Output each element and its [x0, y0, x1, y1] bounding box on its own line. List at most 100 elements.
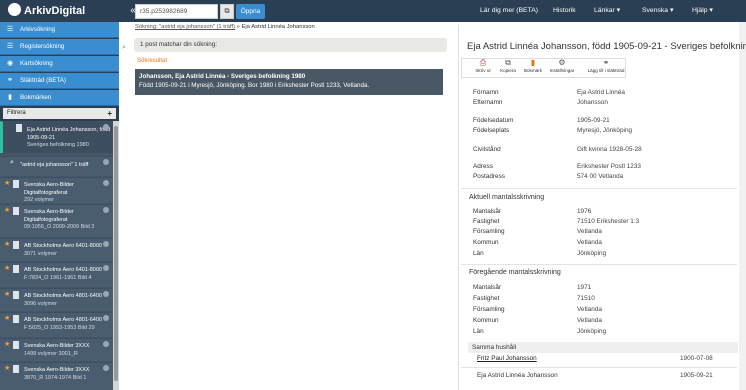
close-icon[interactable]: [103, 365, 109, 371]
close-icon[interactable]: [103, 159, 109, 165]
close-icon[interactable]: [103, 180, 109, 186]
nav-learn-more[interactable]: Lär dig mer (BETA): [480, 5, 538, 17]
field-label: Församling: [473, 228, 505, 235]
document-icon: [13, 207, 19, 215]
field-label: Församling: [473, 306, 505, 313]
sidebar-scrollbar-thumb[interactable]: [114, 126, 118, 381]
history-item[interactable]: ★ AB Stockholms Aero 6401-8000 3071 volyme…: [0, 238, 113, 261]
result-title: Johansson, Eja Astrid Linnéa - Sveriges …: [139, 73, 306, 80]
field-value: Vetlanda: [577, 228, 602, 235]
add-to-tree-button[interactable]: ⚭ Lägg till i släktträd: [586, 58, 626, 78]
field-value: Vetlanda: [577, 306, 602, 313]
sidebar-item-archive-search[interactable]: ☰ Arkivsökning: [0, 22, 119, 38]
close-icon[interactable]: [103, 207, 109, 213]
sidebar-item-label: Kartsökning: [20, 60, 53, 67]
list-icon: ☰: [6, 43, 14, 50]
map-pin-icon: ◉: [6, 60, 14, 67]
history-item-title: "astrid eja johansson" 1 träff: [20, 162, 89, 168]
field-value: Jönköping: [577, 328, 607, 335]
field-value: Vetlanda: [577, 317, 602, 324]
close-icon[interactable]: [103, 291, 109, 297]
field-label: Mantalsår: [473, 208, 502, 215]
sidebar-item-label: Bokmärken: [20, 94, 52, 101]
close-icon[interactable]: [103, 341, 109, 347]
divider: [461, 367, 737, 368]
field-label: Kommun: [473, 239, 499, 246]
history-item[interactable]: ★ Svenska Aero-Bilder 3XXX 1499 volymer 30…: [0, 338, 113, 361]
household-person-link[interactable]: Fritz Paul Johansson: [477, 355, 537, 362]
history-item[interactable]: ★ AB Stockholms Aero 4801-6400 F:5025_O 19…: [0, 312, 113, 337]
household-person-date: 1905-09-21: [680, 372, 713, 379]
bookmark-button[interactable]: ▮ Bokmärk: [517, 58, 549, 78]
pane-divider[interactable]: [458, 25, 459, 390]
list-icon: ☰: [6, 26, 14, 33]
breadcrumb: Sökning: "astrid eja johansson" (1 träff…: [135, 24, 315, 30]
nav-links[interactable]: Länkar ▾: [594, 5, 620, 17]
brand-name: ArkivDigital: [24, 5, 86, 17]
field-value: Myresjö, Jönköping: [577, 127, 633, 134]
search-icon: ⌕: [10, 159, 14, 166]
history-item[interactable]: ★ AB Stockholms Aero 4801-6400 3096 volyme…: [0, 288, 113, 311]
field-label: Födelsedatum: [473, 117, 514, 124]
gear-icon: ⚙: [558, 58, 566, 67]
field-value: Eja Astrid Linnéa: [577, 89, 625, 96]
search-input[interactable]: r35.p253982689: [135, 4, 218, 19]
search-icon: ⌕: [122, 44, 126, 51]
history-item-sub: 3071 volymer: [24, 250, 58, 257]
tool-label: Skriv ut: [475, 68, 491, 73]
sidebar-item-label: Arkivsökning: [20, 26, 56, 33]
divider: [461, 264, 737, 265]
close-icon[interactable]: [103, 124, 109, 130]
filter-bar[interactable]: Filtrera +: [3, 108, 116, 119]
results-heading: Sökresultat: [137, 58, 168, 64]
tool-label: Lägg till i släktträd: [587, 68, 625, 73]
sidebar-item-register-search[interactable]: ☰ Registersökning: [0, 39, 119, 55]
document-icon: [13, 265, 19, 273]
open-button[interactable]: Öppna: [236, 4, 265, 19]
close-icon[interactable]: [103, 265, 109, 271]
close-icon[interactable]: [103, 315, 109, 321]
add-filter-button[interactable]: +: [107, 108, 112, 119]
history-item[interactable]: ★ Svenska Aero-Bilder Digitalfotograferat…: [0, 204, 113, 237]
field-value: 71510 Erikshester 1:3: [577, 218, 640, 225]
tool-label: Inställningar: [549, 68, 575, 73]
nav-help[interactable]: Hjälp ▾: [692, 5, 713, 17]
nav-language[interactable]: Svenska ▾: [642, 5, 673, 17]
document-icon: [13, 180, 19, 188]
breadcrumb-search-link[interactable]: Sökning: "astrid eja johansson" (1 träff…: [135, 24, 235, 30]
history-item-title: Svenska Aero-Bilder Digitalfotograferat: [24, 209, 74, 223]
history-item[interactable]: ★ AB Stockholms Aero 6401-8000 F:7834_O 19…: [0, 262, 113, 287]
settings-button[interactable]: ⚙ Inställningar: [546, 58, 578, 78]
history-item-record[interactable]: Eja Astrid Linnéa Johansson, född 1905-0…: [0, 121, 113, 153]
field-value: 1905-09-21: [577, 117, 610, 124]
result-row[interactable]: Johansson, Eja Astrid Linnéa - Sveriges …: [135, 69, 443, 95]
history-list: Eja Astrid Linnéa Johansson, född 1905-0…: [0, 121, 113, 390]
field-value: 1976: [577, 208, 592, 215]
sidebar-item-family-tree[interactable]: ⚭ Släktträd (BETA): [0, 73, 119, 89]
history-item-sub: 1499 volymer 3001_R: [24, 350, 78, 357]
field-value: Gift kvinna 1928-05-28: [577, 146, 642, 153]
nav-history[interactable]: Historik: [553, 5, 576, 17]
tool-label: Bokmärk: [523, 68, 543, 73]
household-person-date: 1900-07-08: [680, 355, 713, 362]
history-item[interactable]: ★ Svenska Aero-Bilder 3XXX 3870_R 1974-197…: [0, 362, 113, 390]
logo[interactable]: ArkivDigital: [8, 3, 118, 19]
history-item-sub: F:7834_O 1961-1961 Bild 4: [24, 274, 92, 281]
field-label: Efternamn: [473, 99, 503, 106]
history-item-sub: 3096 volymer: [24, 300, 58, 307]
star-icon: ★: [4, 180, 11, 187]
field-label: Kommun: [473, 317, 499, 324]
close-icon[interactable]: [103, 241, 109, 247]
history-item[interactable]: ★ Svenska Aero-Bilder Digitalfotograferat…: [0, 177, 113, 203]
field-label: Län: [473, 328, 484, 335]
copy-search-icon[interactable]: ⧉: [220, 4, 234, 19]
sidebar-item-bookmarks[interactable]: ▮ Bokmärken: [0, 90, 119, 106]
star-icon: ★: [4, 341, 11, 348]
section-heading-household: Samma hushåll: [468, 342, 738, 353]
field-label: Fastighet: [473, 218, 500, 225]
sidebar-item-label: Registersökning: [20, 43, 65, 50]
field-label: Civilstånd: [473, 146, 501, 153]
sidebar-item-map-search[interactable]: ◉ Kartsökning: [0, 56, 119, 72]
history-item-search[interactable]: ⌕ "astrid eja johansson" 1 träff: [0, 156, 113, 176]
page-scrollbar[interactable]: [739, 22, 746, 390]
